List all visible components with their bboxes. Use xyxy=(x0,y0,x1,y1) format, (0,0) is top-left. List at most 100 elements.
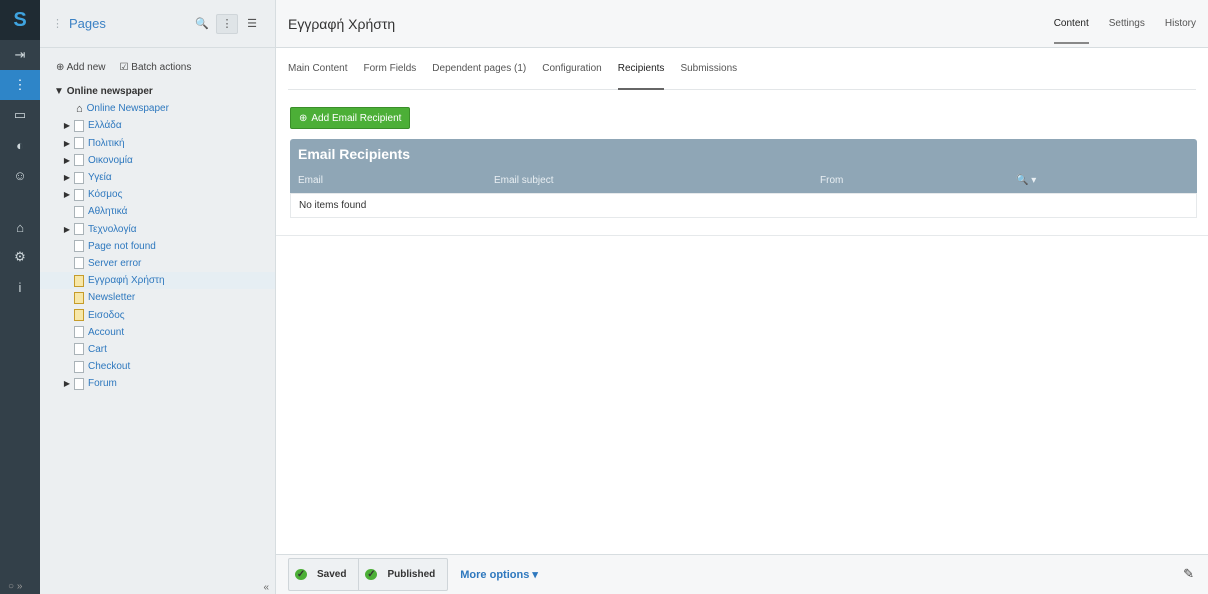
tree-node-label: Account xyxy=(88,326,125,338)
page-icon xyxy=(74,377,84,390)
add-new-button[interactable]: ⊕ Add new xyxy=(56,62,106,73)
tree-node-label: Cart xyxy=(88,343,107,355)
page-icon xyxy=(74,119,84,132)
reports-icon[interactable]: ◐ xyxy=(0,130,40,160)
expand-arrow-icon[interactable]: ▶ xyxy=(60,156,74,165)
published-status: ✓ Published xyxy=(358,559,447,590)
tree-node-label: Κόσμος xyxy=(88,189,123,201)
tree-title: Pages xyxy=(69,16,106,31)
errorpage-icon xyxy=(74,257,84,270)
page-icon xyxy=(74,188,84,201)
tree-node[interactable]: Newsletter xyxy=(40,289,275,306)
cms-menu: S ⇥ ⋮ ▭ ◐ ☺ ⌂ ⚙ i ○ » xyxy=(0,0,40,594)
tree-node[interactable]: ▶ Πολιτική xyxy=(40,135,275,152)
search-icon[interactable]: 🔍 xyxy=(191,14,213,34)
expand-arrow-icon[interactable]: ▶ xyxy=(60,225,74,234)
tab-settings[interactable]: Settings xyxy=(1109,0,1145,48)
page-icon xyxy=(74,360,84,373)
page-icon xyxy=(74,343,84,356)
tree-node[interactable]: Account xyxy=(40,324,275,341)
expand-arrow-icon[interactable]: ▶ xyxy=(60,190,74,199)
column-from[interactable]: From xyxy=(812,175,1008,186)
logo-icon[interactable]: S xyxy=(0,0,40,40)
email-recipients-grid: Email Recipients Email Email subject Fro… xyxy=(290,139,1197,218)
tree-node[interactable]: ⌂ Online Newspaper xyxy=(40,100,275,117)
tree-node-label: Εγγραφή Χρήστη xyxy=(88,275,165,287)
edit-icon[interactable]: ✎ xyxy=(1183,566,1194,582)
tree-node[interactable]: Εγγραφή Χρήστη xyxy=(40,272,275,290)
security-icon[interactable]: ☺ xyxy=(0,160,40,190)
status-badges: ✓ Saved ✓ Published xyxy=(288,558,449,591)
tree-node-label: Checkout xyxy=(88,361,131,373)
tree-view-icon[interactable]: ⋮ xyxy=(216,13,238,34)
grid-empty-row: No items found xyxy=(290,193,1197,218)
tab-form-fields[interactable]: Form Fields xyxy=(363,48,416,90)
sitetree-icon[interactable]: ⋮ xyxy=(0,70,40,100)
expand-arrow-icon[interactable]: ▶ xyxy=(60,121,74,130)
tree-node[interactable]: ▶ Forum xyxy=(40,375,275,392)
tree-node[interactable]: Server error xyxy=(40,255,275,272)
userform-icon xyxy=(74,309,84,322)
plus-icon: ⊕ xyxy=(299,112,308,124)
tree-node-label: Ελλάδα xyxy=(88,120,122,132)
tree-node[interactable]: Page not found xyxy=(40,238,275,255)
tree-node-label: Newsletter xyxy=(88,292,136,304)
site-tree-panel: ⋮ Pages 🔍 ⋮ ☰ ⊕ Add new ☑ Batch actions … xyxy=(40,0,276,594)
shop-icon[interactable]: ⌂ xyxy=(0,212,40,242)
grid-header: Email Email subject From 🔍 ▾ xyxy=(290,168,1197,193)
column-email[interactable]: Email xyxy=(290,175,486,186)
column-email-subject[interactable]: Email subject xyxy=(486,175,812,186)
page-icon xyxy=(74,137,84,150)
tree-node[interactable]: Checkout xyxy=(40,358,275,375)
tree-node-label: Υγεία xyxy=(88,172,112,184)
add-email-recipient-button[interactable]: ⊕ Add Email Recipient xyxy=(290,107,411,129)
tab-recipients[interactable]: Recipients xyxy=(617,48,664,90)
menu-toggle[interactable]: ○ » xyxy=(8,581,22,592)
page-title: Εγγραφή Χρήστη xyxy=(288,15,396,32)
userform-icon xyxy=(74,274,84,287)
tree-node[interactable]: ▶ Ελλάδα xyxy=(40,117,275,134)
tree-node[interactable]: Cart xyxy=(40,341,275,358)
tree-header: ⋮ Pages 🔍 ⋮ ☰ xyxy=(40,0,275,48)
expand-arrow-icon[interactable]: ▶ xyxy=(60,139,74,148)
tree-node[interactable]: ▶ Τεχνολογία xyxy=(40,221,275,238)
tree-root[interactable]: ▼ Online newspaper xyxy=(40,83,275,100)
help-icon[interactable]: i xyxy=(0,272,40,302)
tab-dependent-pages[interactable]: Dependent pages (1) xyxy=(432,48,526,90)
settings-icon[interactable]: ⚙ xyxy=(0,242,40,272)
tab-history[interactable]: History xyxy=(1165,0,1196,48)
more-options-button[interactable]: More options ▾ xyxy=(460,568,538,581)
tab-main-content[interactable]: Main Content xyxy=(288,48,347,90)
page-icon xyxy=(74,326,84,339)
page-icon xyxy=(74,154,84,167)
page-icon xyxy=(74,223,84,236)
grid-search-icon[interactable]: 🔍 ▾ xyxy=(1008,175,1036,186)
files-icon[interactable]: ▭ xyxy=(0,100,40,130)
collapse-panel-button[interactable]: « xyxy=(40,582,275,594)
check-icon: ✓ xyxy=(365,569,378,580)
expand-arrow-icon[interactable]: ▶ xyxy=(60,173,74,182)
tree-node-label: Page not found xyxy=(88,240,156,252)
tree-node-label: Online Newspaper xyxy=(86,103,169,115)
grid-title: Email Recipients xyxy=(290,139,1197,168)
tab-configuration[interactable]: Configuration xyxy=(542,48,601,90)
errorpage-icon xyxy=(74,240,84,253)
tree-node[interactable]: ▶ Κόσμος xyxy=(40,186,275,203)
tree-node[interactable]: Αθλητικά xyxy=(40,203,275,220)
actions-toolbar: ✓ Saved ✓ Published More options ▾ ✎ xyxy=(276,554,1208,594)
batch-actions-button[interactable]: ☑ Batch actions xyxy=(120,62,192,73)
tree-node[interactable]: ▶ Οικονομία xyxy=(40,152,275,169)
tab-submissions[interactable]: Submissions xyxy=(680,48,737,90)
main-panel: Εγγραφή Χρήστη Content Settings History … xyxy=(276,0,1208,594)
tree-node-label: Αθλητικά xyxy=(88,206,128,218)
page-icon xyxy=(74,205,84,218)
check-icon: ✓ xyxy=(295,569,307,580)
page-icon xyxy=(74,171,84,184)
expand-arrow-icon[interactable]: ▶ xyxy=(60,379,74,388)
logout-icon[interactable]: ⇥ xyxy=(0,40,40,70)
tree-node[interactable]: ▶ Υγεία xyxy=(40,169,275,186)
tree-node[interactable]: Εισοδος xyxy=(40,306,275,323)
tab-content[interactable]: Content xyxy=(1053,0,1089,48)
tree-node-label: Forum xyxy=(88,378,117,390)
list-view-icon[interactable]: ☰ xyxy=(241,14,263,34)
